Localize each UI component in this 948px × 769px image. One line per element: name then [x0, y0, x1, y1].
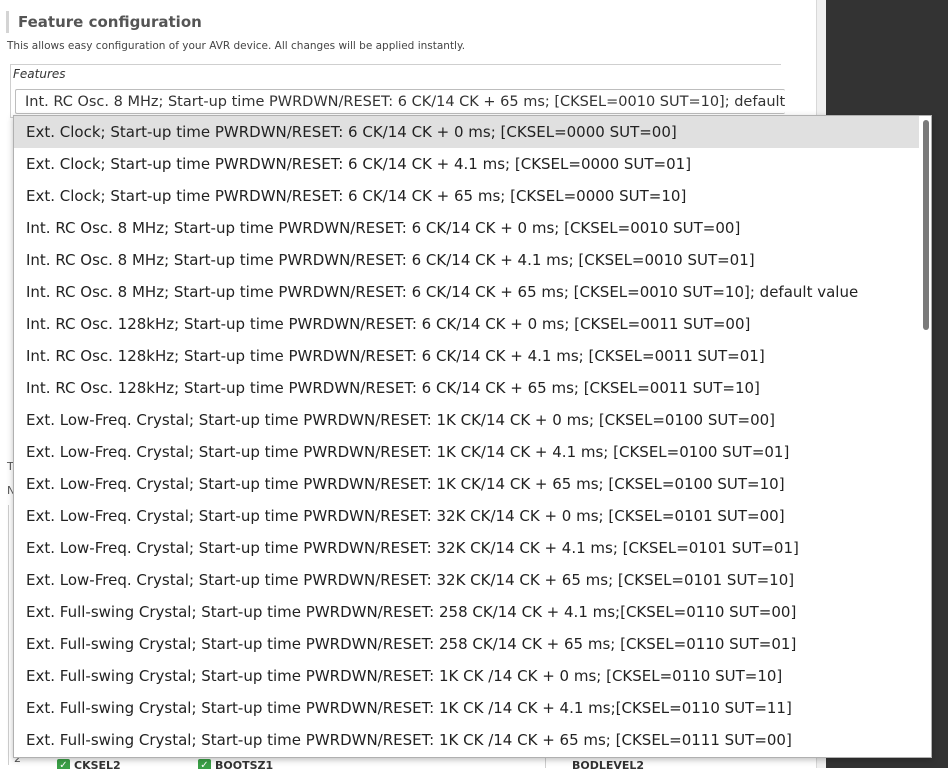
- dropdown-option[interactable]: Ext. Low-Freq. Crystal; Start-up time PW…: [14, 500, 920, 532]
- dropdown-option[interactable]: Ext. Full-swing Crystal; Start-up time P…: [14, 724, 920, 756]
- dropdown-options: Ext. Clock; Start-up time PWRDWN/RESET: …: [14, 116, 931, 756]
- dropdown-option[interactable]: Int. RC Osc. 128kHz; Start-up time PWRDW…: [14, 372, 920, 404]
- dropdown-option[interactable]: Int. RC Osc. 128kHz; Start-up time PWRDW…: [14, 340, 920, 372]
- clock-source-dropdown-list: Ext. Clock; Start-up time PWRDWN/RESET: …: [13, 115, 932, 758]
- dropdown-option[interactable]: Ext. Low-Freq. Crystal; Start-up time PW…: [14, 404, 920, 436]
- dropdown-option[interactable]: Int. RC Osc. 8 MHz; Start-up time PWRDWN…: [14, 276, 920, 308]
- dropdown-option[interactable]: Int. RC Osc. 128kHz; Start-up time PWRDW…: [14, 308, 920, 340]
- dropdown-option[interactable]: Ext. Full-swing Crystal; Start-up time P…: [14, 596, 920, 628]
- dropdown-option[interactable]: Ext. Clock; Start-up time PWRDWN/RESET: …: [14, 180, 920, 212]
- dropdown-scrollbar[interactable]: [919, 116, 931, 757]
- scrollbar-thumb[interactable]: [923, 120, 929, 330]
- column-divider: [545, 757, 546, 768]
- dropdown-option[interactable]: Ext. Clock; Start-up time PWRDWN/RESET: …: [14, 148, 920, 180]
- page-title: Feature configuration: [6, 11, 202, 33]
- clock-source-combo[interactable]: Int. RC Osc. 8 MHz; Start-up time PWRDWN…: [15, 89, 785, 114]
- dropdown-option[interactable]: Ext. Full-swing Crystal; Start-up time P…: [14, 660, 920, 692]
- dropdown-option[interactable]: Ext. Clock; Start-up time PWRDWN/RESET: …: [14, 116, 920, 148]
- dropdown-option[interactable]: Ext. Low-Freq. Crystal; Start-up time PW…: [14, 564, 920, 596]
- fuse-row: ✓ CKSEL2 ✓ BOOTSZ1 BODLEVEL2: [48, 757, 818, 769]
- features-label: Features: [13, 67, 66, 81]
- dropdown-option[interactable]: Ext. Low-Freq. Crystal; Start-up time PW…: [14, 436, 920, 468]
- dropdown-option[interactable]: Ext. Full-swing Crystal; Start-up time P…: [14, 692, 920, 724]
- table-border: [8, 505, 9, 765]
- dropdown-option[interactable]: Ext. Full-swing Crystal; Start-up time P…: [14, 628, 920, 660]
- dropdown-option[interactable]: Int. RC Osc. 8 MHz; Start-up time PWRDWN…: [14, 212, 920, 244]
- dropdown-option[interactable]: Ext. Low-Freq. Crystal; Start-up time PW…: [14, 468, 920, 500]
- dropdown-option[interactable]: Ext. Low-Freq. Crystal; Start-up time PW…: [14, 532, 920, 564]
- dropdown-option[interactable]: Int. RC Osc. 8 MHz; Start-up time PWRDWN…: [14, 244, 920, 276]
- section-description: This allows easy configuration of your A…: [7, 40, 466, 52]
